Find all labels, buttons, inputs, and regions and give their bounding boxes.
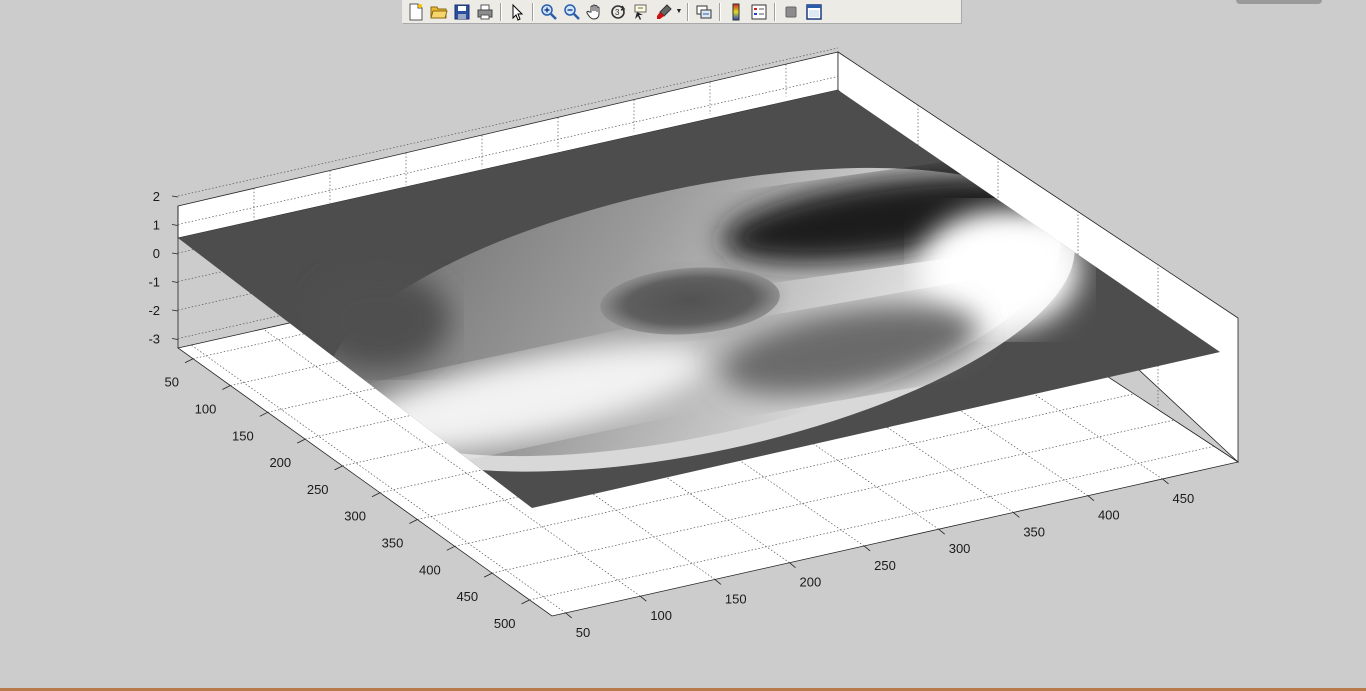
x-tick-mark (714, 579, 722, 585)
y-tick-mark (222, 385, 231, 390)
x-tick-label: 250 (874, 558, 896, 573)
y-tick-label: 450 (456, 589, 478, 604)
y-tick-mark (446, 545, 455, 551)
y-tick-mark (409, 519, 418, 524)
y-tick-label: 300 (344, 509, 366, 524)
x-tick-label: 300 (949, 541, 971, 556)
y-tick-mark (521, 599, 530, 605)
x-tick-mark (1013, 512, 1020, 518)
z-tick-mark (171, 309, 179, 312)
x-tick-mark (1162, 478, 1169, 485)
y-tick-mark (184, 358, 194, 364)
x-tick-mark (789, 562, 796, 568)
y-tick-label: 100 (195, 402, 217, 417)
x-tick-mark (863, 545, 871, 552)
x-tick-label: 50 (576, 625, 590, 640)
z-tick-mark (171, 252, 179, 255)
y-tick-label: 400 (419, 562, 441, 577)
z-tick-mark (171, 338, 179, 340)
y-tick-label: 200 (269, 455, 291, 470)
z-tick-mark (171, 281, 179, 283)
z-tick-label: 0 (153, 246, 160, 261)
x-tick-mark (938, 528, 945, 535)
x-tick-label: 200 (800, 575, 822, 590)
y-tick-mark (483, 572, 493, 578)
y-tick-mark (371, 492, 381, 498)
x-tick-mark (565, 612, 572, 619)
z-tick-label: -1 (148, 275, 160, 290)
y-tick-label: 50 (164, 375, 178, 390)
z-tick-mark (171, 224, 179, 226)
x-tick-mark (640, 595, 647, 602)
z-tick-mark (171, 195, 179, 198)
x-tick-label: 400 (1098, 508, 1120, 523)
y-tick-label: 150 (232, 428, 254, 443)
y-tick-mark (259, 411, 268, 417)
surface-plot-axes[interactable]: 210-1-2-3 50100150200250300350400450500 … (0, 0, 1366, 691)
z-tick-label: -3 (148, 332, 160, 347)
y-tick-label: 350 (382, 536, 404, 551)
x-tick-label: 150 (725, 591, 747, 606)
y-tick-mark (296, 438, 306, 444)
z-tick-label: -2 (148, 303, 160, 318)
x-tick-label: 100 (650, 608, 672, 623)
z-axis-tick-labels: 2 1 0 -1 -2 -3 (148, 189, 160, 347)
x-tick-label: 450 (1173, 491, 1195, 506)
z-tick-label: 1 (153, 218, 160, 233)
z-tick-label: 2 (153, 189, 160, 204)
y-tick-label: 250 (307, 482, 329, 497)
x-tick-mark (1087, 495, 1095, 501)
x-tick-label: 350 (1023, 524, 1045, 539)
y-tick-mark (334, 465, 343, 471)
y-tick-label: 500 (494, 616, 516, 631)
